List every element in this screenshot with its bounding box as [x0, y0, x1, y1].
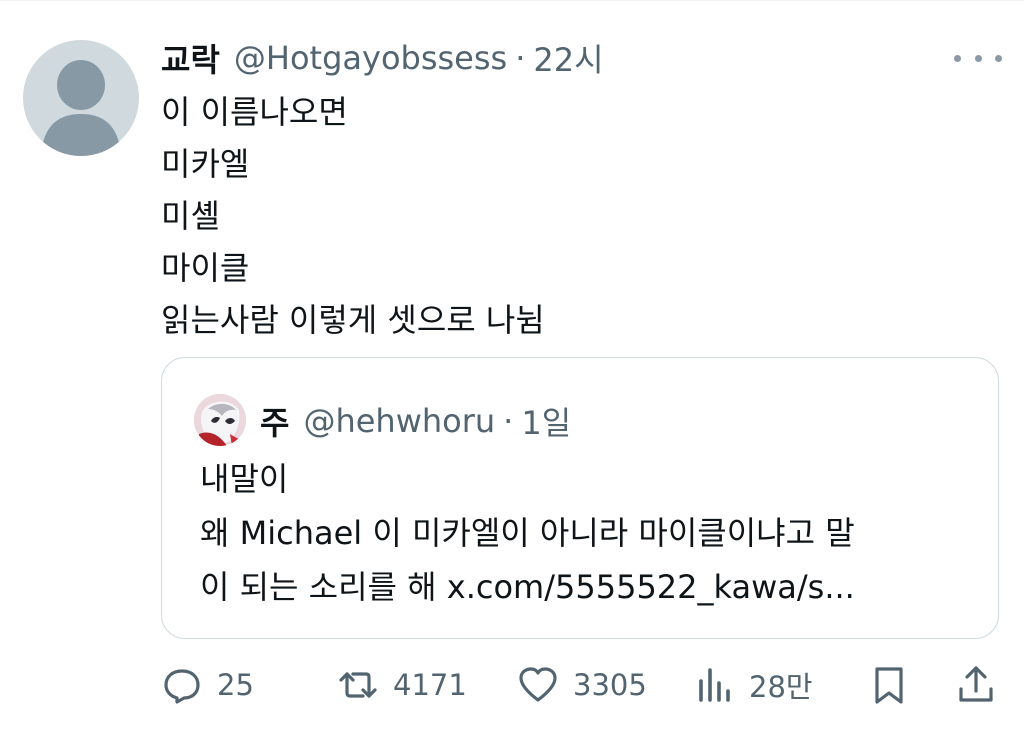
quoted-line: 왜 Michael 이 미카엘이 아니라 마이클이냐고 말 [200, 514, 855, 552]
views-chart-icon [699, 668, 730, 702]
views-button[interactable]: 28만 [693, 660, 813, 710]
reply-icon [164, 669, 200, 704]
quoted-line: 내말이 [200, 460, 289, 498]
retweet-button[interactable]: 4171 [337, 660, 467, 710]
quoted-author-handle[interactable]: @hehwhoru [303, 402, 495, 440]
default-avatar-icon [41, 60, 121, 156]
quoted-separator: · [503, 402, 514, 440]
quoted-tweet-card[interactable]: 주 @hehwhoru · 1일 내말이 왜 Michael 이 미카엘이 아니… [161, 357, 999, 639]
retweet-icon [339, 672, 377, 698]
tweet-line: 미셸 [161, 197, 220, 235]
like-button[interactable]: 3305 [517, 660, 647, 710]
bookmark-icon [875, 667, 903, 704]
quoted-avatar[interactable] [194, 394, 246, 446]
avatar[interactable] [23, 40, 139, 156]
reply-button[interactable]: 25 [161, 660, 254, 710]
tweet-header: 교락 @Hotgayobssess · 22시 [161, 34, 604, 82]
quoted-line: 이 되는 소리를 해 x.com/5555522_kawa/s... [200, 568, 855, 606]
header-separator: · [515, 39, 526, 77]
action-bar: 25 4171 3305 28만 [161, 660, 1001, 710]
view-count: 28만 [749, 670, 813, 704]
share-icon [959, 666, 993, 702]
reply-count: 25 [217, 668, 254, 702]
post-time[interactable]: 22시 [533, 35, 603, 81]
quoted-author-name[interactable]: 주 [260, 398, 289, 444]
more-dots-icon [954, 54, 961, 62]
more-dots-icon [995, 54, 1002, 62]
author-handle[interactable]: @Hotgayobssess [234, 39, 507, 77]
like-count: 3305 [573, 668, 647, 702]
tweet-line: 마이클 [161, 249, 250, 287]
retweet-count: 4171 [393, 668, 467, 702]
more-button[interactable] [954, 44, 1002, 72]
share-button[interactable] [955, 660, 997, 710]
quoted-header: 주 @hehwhoru · 1일 [260, 396, 571, 446]
tweet-line: 이 이름나오면 [161, 93, 348, 131]
quoted-post-time[interactable]: 1일 [521, 398, 571, 444]
bookmark-button[interactable] [868, 660, 910, 710]
author-name[interactable]: 교락 [161, 35, 220, 81]
quoted-text: 내말이 왜 Michael 이 미카엘이 아니라 마이클이냐고 말 이 되는 소… [200, 452, 970, 614]
quoted-avatar-image-icon [194, 394, 246, 446]
top-divider [0, 0, 1024, 1]
tweet-line: 미카엘 [161, 145, 250, 183]
tweet-line: 읽는사람 이렇게 셋으로 나뉨 [161, 301, 545, 339]
heart-icon [519, 667, 557, 702]
more-dots-icon [974, 54, 982, 62]
tweet-text: 이 이름나오면 미카엘 미셸 마이클 읽는사람 이렇게 셋으로 나뉨 [161, 86, 981, 346]
